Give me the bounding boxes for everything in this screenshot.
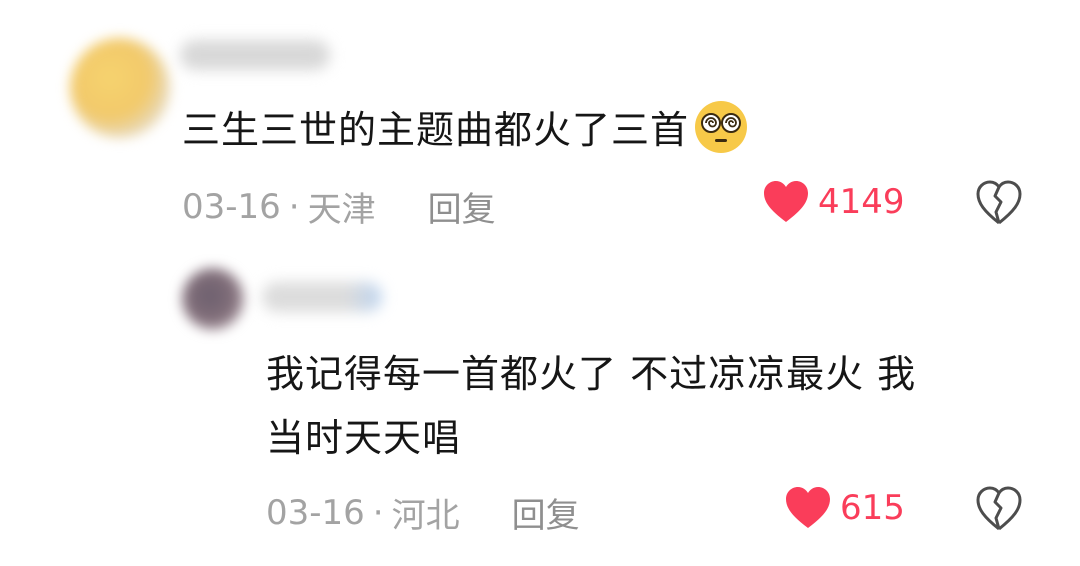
- meta-separator: ·: [372, 492, 384, 533]
- comment-text-content: 三生三世的主题曲都火了三首: [182, 108, 690, 152]
- like-count: 615: [840, 488, 905, 528]
- like-button[interactable]: 4149: [762, 180, 905, 224]
- comment-date: 03-16: [266, 492, 365, 533]
- like-count: 4149: [818, 182, 905, 222]
- avatar[interactable]: [70, 38, 170, 138]
- comment-date: 03-16: [182, 186, 281, 227]
- reply-button[interactable]: 回复: [428, 182, 496, 231]
- like-button[interactable]: 615: [784, 486, 905, 530]
- comment-meta: 03-16 · 河北 回复: [266, 488, 580, 537]
- comment-location: 天津: [307, 190, 376, 230]
- comment-location: 河北: [391, 496, 460, 536]
- username-blurred[interactable]: [180, 40, 330, 70]
- comment-text: 三生三世的主题曲都火了三首: [182, 98, 749, 162]
- dizzy-face-emoji: [695, 101, 748, 153]
- broken-heart-icon[interactable]: [975, 486, 1023, 532]
- heart-icon: [786, 487, 830, 528]
- reply-button[interactable]: 回复: [512, 488, 580, 537]
- reply-text: 我记得每一首都火了 不过凉凉最火 我 当时天天唱: [266, 342, 1026, 470]
- heart-icon: [764, 181, 808, 222]
- username-blurred[interactable]: [262, 282, 382, 312]
- meta-separator: ·: [288, 186, 300, 227]
- avatar[interactable]: [182, 268, 244, 330]
- reply-text-line: 当时天天唱: [266, 416, 462, 460]
- broken-heart-icon[interactable]: [975, 180, 1023, 226]
- reply-text-line: 我记得每一首都火了 不过凉凉最火 我: [266, 352, 917, 396]
- comment-meta: 03-16 · 天津 回复: [182, 182, 496, 231]
